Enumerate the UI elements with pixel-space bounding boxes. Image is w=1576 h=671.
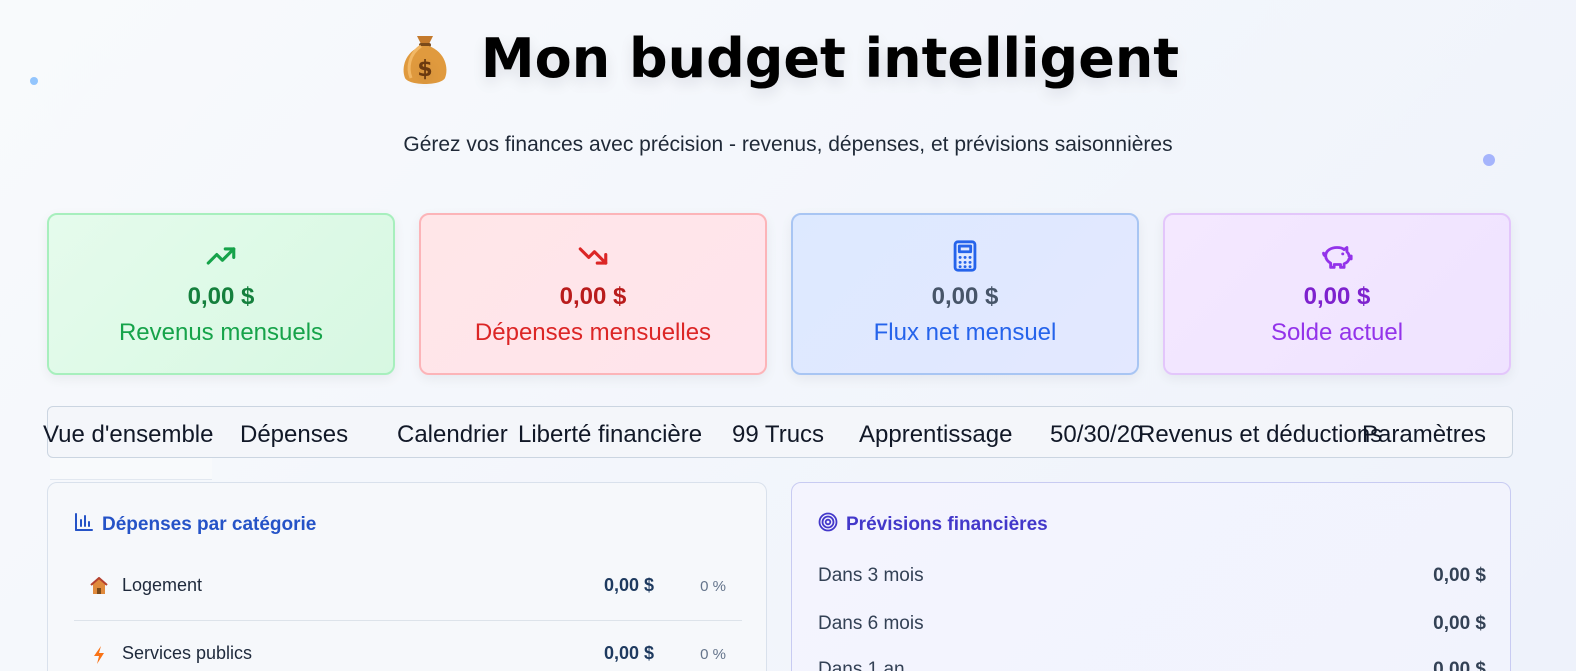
tab-settings[interactable]: Paramètres [1362, 420, 1486, 450]
expenses-by-category-panel: Dépenses par catégorie Logement 0,00 $ 0… [47, 482, 767, 671]
money-bag-icon: $ [397, 28, 453, 88]
piggy-bank-icon [1320, 239, 1354, 273]
forecast-row: Dans 1 an 0,00 $ [818, 659, 1486, 671]
tab-expenses[interactable]: Dépenses [240, 420, 348, 450]
tab-calendar[interactable]: Calendrier [397, 420, 508, 450]
page-title: $ Mon budget intelligent [397, 22, 1179, 94]
financial-forecast-panel: Prévisions financières Dans 3 mois 0,00 … [791, 482, 1511, 671]
summary-cards: 0,00 $ Revenus mensuels 0,00 $ Dépenses … [47, 213, 1513, 375]
category-name: Logement [122, 575, 203, 595]
card-net-flow: 0,00 $ Flux net mensuel [791, 213, 1139, 375]
category-percent: 0 % [700, 578, 726, 595]
tab-50-30-20[interactable]: 50/30/20 [1050, 420, 1143, 450]
list-item[interactable]: Services publics 0,00 $ 0 % [74, 629, 742, 671]
card-monthly-income: 0,00 $ Revenus mensuels [47, 213, 395, 375]
forecast-label: Dans 6 mois [818, 613, 924, 634]
card-label: Solde actuel [1270, 319, 1404, 346]
category-name: Services publics [122, 643, 253, 663]
card-current-balance: 0,00 $ Solde actuel [1163, 213, 1511, 375]
card-amount: 0,00 $ [931, 283, 999, 310]
tab-overview[interactable]: Vue d'ensemble [43, 420, 213, 450]
trending-down-icon [576, 239, 610, 273]
card-label: Revenus mensuels [118, 319, 324, 346]
list-item[interactable]: Logement 0,00 $ 0 % [74, 561, 742, 621]
panel-title: Dépenses par catégorie [74, 512, 316, 538]
forecast-label: Dans 3 mois [818, 565, 924, 586]
card-monthly-expenses: 0,00 $ Dépenses mensuelles [419, 213, 767, 375]
card-amount: 0,00 $ [559, 283, 627, 310]
tab-income-deductions[interactable]: Revenus et déductions [1138, 420, 1382, 450]
forecast-row: Dans 3 mois 0,00 $ [818, 565, 1486, 595]
category-percent: 0 % [700, 646, 726, 663]
target-icon [818, 512, 838, 538]
card-amount: 0,00 $ [187, 283, 255, 310]
bar-chart-icon [74, 512, 94, 538]
forecast-value: 0,00 $ [1433, 613, 1486, 634]
panel-title-text: Prévisions financières [846, 514, 1048, 535]
panel-title-text: Dépenses par catégorie [102, 514, 317, 535]
calculator-icon [948, 239, 982, 273]
house-icon [90, 576, 108, 597]
panel-title: Prévisions financières [818, 512, 1048, 538]
forecast-row: Dans 6 mois 0,00 $ [818, 613, 1486, 643]
tab-learning[interactable]: Apprentissage [859, 420, 1012, 450]
active-tab-indicator [50, 458, 212, 480]
card-label: Dépenses mensuelles [474, 319, 712, 346]
svg-text:$: $ [417, 57, 432, 82]
page-header: $ Mon budget intelligent [0, 22, 1576, 94]
page-subtitle: Gérez vos finances avec précision - reve… [403, 133, 1173, 156]
page-title-text: Mon budget intelligent [480, 26, 1180, 90]
tab-financial-freedom[interactable]: Liberté financière [518, 420, 702, 450]
card-amount: 0,00 $ [1303, 283, 1371, 310]
forecast-label: Dans 1 an [818, 659, 905, 671]
forecast-value: 0,00 $ [1433, 659, 1486, 671]
category-amount: 0,00 $ [603, 575, 654, 595]
lightning-icon [90, 645, 108, 665]
card-label: Flux net mensuel [873, 319, 1057, 346]
forecast-value: 0,00 $ [1433, 565, 1486, 586]
trending-up-icon [204, 239, 238, 273]
tab-99-tips[interactable]: 99 Trucs [732, 420, 824, 450]
category-amount: 0,00 $ [603, 643, 654, 663]
